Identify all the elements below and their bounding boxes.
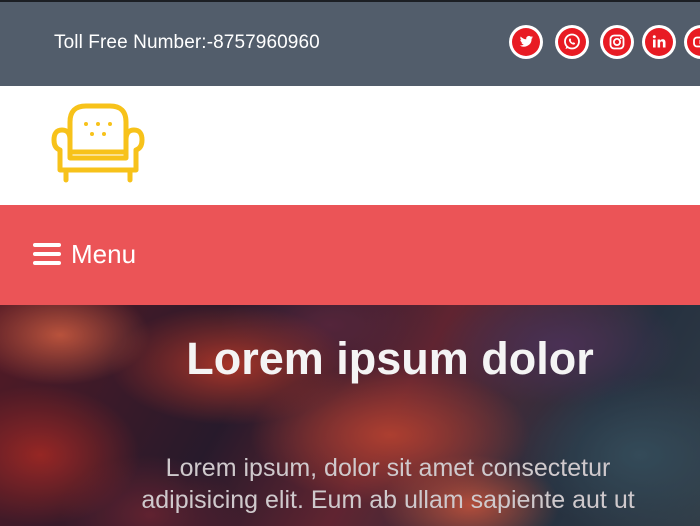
menu-button[interactable]: Menu [33, 236, 136, 272]
whatsapp-icon[interactable] [555, 25, 589, 59]
armchair-icon[interactable] [50, 100, 146, 184]
hamburger-icon [33, 243, 61, 265]
youtube-icon[interactable] [684, 25, 700, 59]
top-bar: Toll Free Number:-8757960960 [0, 0, 700, 86]
instagram-icon[interactable] [600, 25, 634, 59]
hero-text-line-1: Lorem ipsum, dolor sit amet consectetur [165, 454, 611, 482]
twitter-icon[interactable] [509, 25, 543, 59]
hero-description: Lorem ipsum, dolor sit amet consectetur … [56, 452, 700, 516]
hero-title: Lorem ipsum dolor [186, 333, 594, 384]
menu-label: Menu [71, 238, 137, 269]
hero-text-line-2: adipisicing elit. Eum ab ullam sapiente … [141, 486, 635, 514]
linkedin-icon[interactable] [642, 25, 676, 59]
toll-free-number: Toll Free Number:-8757960960 [54, 32, 320, 53]
